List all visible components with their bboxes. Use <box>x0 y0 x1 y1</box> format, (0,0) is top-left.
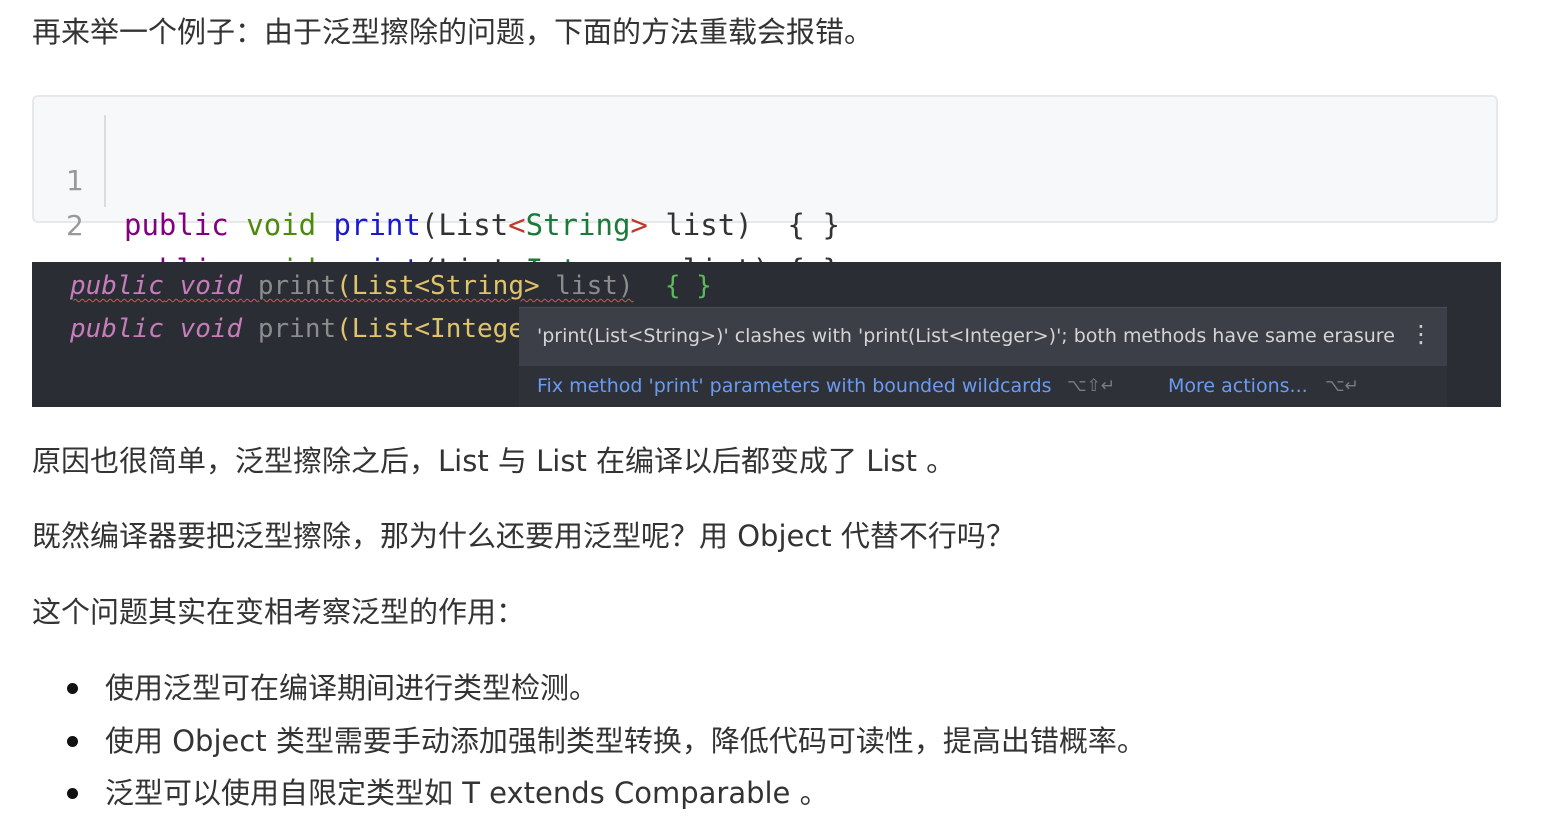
more-actions-link[interactable]: More actions... <box>1168 372 1308 400</box>
reason-paragraph: 原因也很简单，泛型擦除之后，List 与 List 在编译以后都变成了 List… <box>32 444 956 478</box>
bullet-icon <box>67 788 78 799</box>
intro-paragraph: 再来举一个例子：由于泛型擦除的问题，下面的方法重载会报错。 <box>32 15 874 49</box>
ide-screenshot: public void print(List<String> list) { }… <box>32 262 1501 407</box>
ide-code-line-1: public void print(List<String> list) { } <box>70 268 712 304</box>
method-signature: (List<String> <box>336 271 540 301</box>
code-line-1: 1 public void print(List<String> list) {… <box>34 115 840 242</box>
method-signature: (List<Integer <box>336 314 540 344</box>
param-name: list) <box>539 271 634 301</box>
gutter-separator <box>104 115 106 207</box>
keyword-public: public <box>70 314 164 344</box>
list-item-text: 使用泛型可在编译期间进行类型检测。 <box>105 671 599 705</box>
angle-open: < <box>508 208 526 242</box>
type-list: List <box>438 208 509 242</box>
fix-shortcut-hint: ⌥⇧↵ <box>1067 376 1116 396</box>
question-paragraph: 既然编译器要把泛型擦除，那为什么还要用泛型呢？用 Object 代替不行吗？ <box>32 519 1015 553</box>
keyword-void: void <box>179 271 243 301</box>
fix-parameters-link[interactable]: Fix method 'print' parameters with bound… <box>537 372 1052 400</box>
error-message: 'print(List<String>)' clashes with 'prin… <box>537 325 1395 347</box>
bullet-icon <box>67 683 78 694</box>
quick-fix-bar: Fix method 'print' parameters with bound… <box>519 366 1447 407</box>
type-argument: String <box>525 208 631 242</box>
more-actions-shortcut-hint: ⌥↵ <box>1325 376 1359 396</box>
method-name: print <box>257 271 337 301</box>
code-line-2: 2 public void print(List<Integer> list) … <box>34 160 840 287</box>
code-block: 1 public void print(List<String> list) {… <box>32 95 1498 287</box>
angle-close: > <box>630 208 648 242</box>
method-name: print <box>257 314 337 344</box>
code-rest: list) { } <box>647 208 840 242</box>
method-name: print <box>333 208 421 242</box>
line-number: 2 <box>66 209 84 242</box>
paren: ( <box>420 208 439 242</box>
ide-code-line-2: public void print(List<Integer <box>70 311 540 347</box>
error-tooltip: 'print(List<String>)' clashes with 'prin… <box>519 307 1447 407</box>
keyword-public: public <box>70 271 164 301</box>
more-options-icon[interactable]: ⋮ <box>1409 320 1433 348</box>
list-item-text: 泛型可以使用自限定类型如 T extends Comparable 。 <box>105 776 829 810</box>
keyword-public: public <box>124 208 229 242</box>
list-item-text: 使用 Object 类型需要手动添加强制类型转换，降低代码可读性，提高出错概率。 <box>105 724 1146 758</box>
code-text: public void print(List<String> list) { } <box>124 203 840 247</box>
keyword-void: void <box>246 208 317 242</box>
bullet-icon <box>67 736 78 747</box>
keyword-void: void <box>179 314 243 344</box>
method-body: { } <box>664 271 712 301</box>
topic-paragraph: 这个问题其实在变相考察泛型的作用： <box>32 595 526 629</box>
